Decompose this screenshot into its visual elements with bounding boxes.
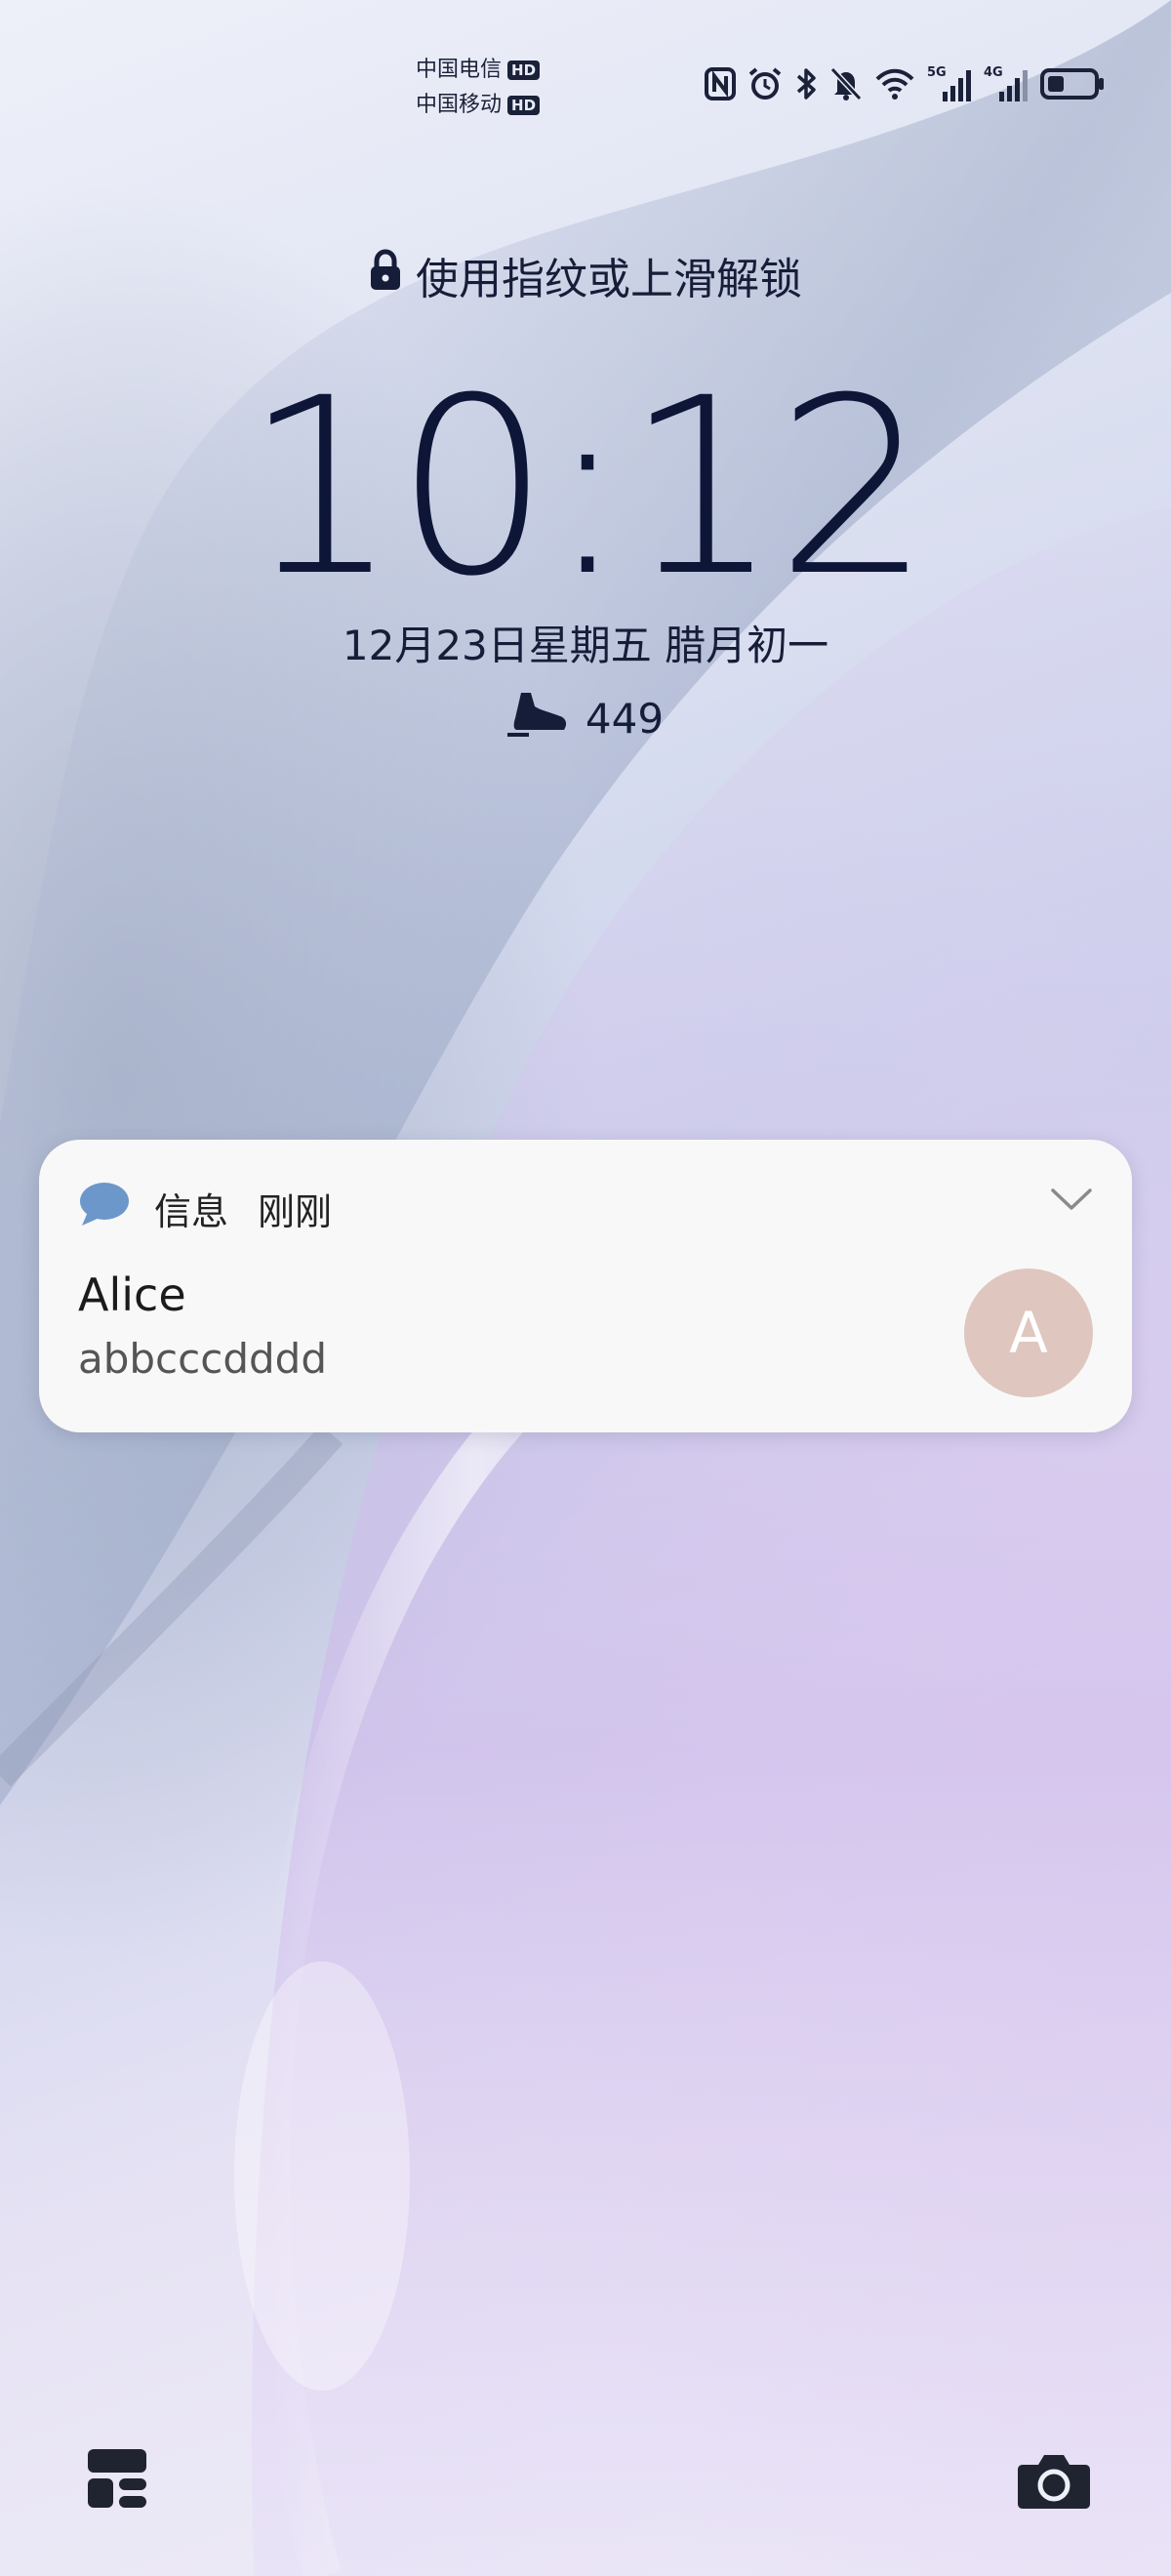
signal-4g-label: 4G (984, 65, 1003, 80)
carrier-info: 中国电信 HD 中国移动 HD (416, 53, 541, 123)
step-count: 449 (585, 694, 665, 743)
status-icons: 5G 4G (705, 64, 1105, 103)
notification-time: 刚刚 (258, 1190, 333, 1233)
carrier-name-1: 中国电信 (416, 58, 503, 82)
unlock-hint-text: 使用指纹或上滑解锁 (416, 255, 802, 304)
message-app-icon (78, 1181, 131, 1236)
lock-screen[interactable]: 中国电信 HD 中国移动 HD 5G 4G 使用指纹或上滑解锁 10:12 12… (0, 0, 1171, 2576)
notification-header: 信息 刚刚 (78, 1181, 332, 1236)
hd-badge-2: HD (507, 96, 541, 115)
shoe-icon (506, 689, 568, 747)
clock-time[interactable]: 10:12 (0, 361, 1171, 615)
step-counter[interactable]: 449 (0, 689, 1171, 747)
carrier-row-2: 中国移动 HD (416, 88, 541, 123)
mute-icon (829, 66, 863, 101)
hd-badge-1: HD (507, 60, 541, 80)
nfc-icon (705, 67, 736, 101)
alarm-icon (747, 66, 783, 101)
signal-4g-icon: 4G (984, 64, 1029, 103)
notification-app-name: 信息 (154, 1190, 229, 1233)
camera-icon[interactable] (1017, 2451, 1091, 2514)
clock-date: 12月23日星期五 腊月初一 (342, 622, 829, 669)
avatar[interactable]: A (964, 1268, 1093, 1397)
chevron-down-icon[interactable] (1050, 1187, 1093, 1218)
message-notification[interactable]: 信息 刚刚 Alice abbcccdddd A (39, 1140, 1132, 1432)
wifi-icon (874, 67, 915, 101)
notification-sender: Alice (78, 1268, 186, 1321)
lock-icon (369, 248, 402, 302)
carrier-name-2: 中国移动 (416, 93, 503, 117)
notification-message: abbcccdddd (78, 1335, 327, 1383)
signal-5g-icon: 5G (927, 64, 972, 103)
signal-5g-label: 5G (927, 65, 947, 80)
bluetooth-icon (794, 66, 818, 101)
battery-icon (1040, 66, 1105, 101)
unlock-hint: 使用指纹或上滑解锁 (0, 244, 1171, 306)
card-widget-icon[interactable] (86, 2447, 148, 2514)
carrier-row-1: 中国电信 HD (416, 53, 541, 88)
